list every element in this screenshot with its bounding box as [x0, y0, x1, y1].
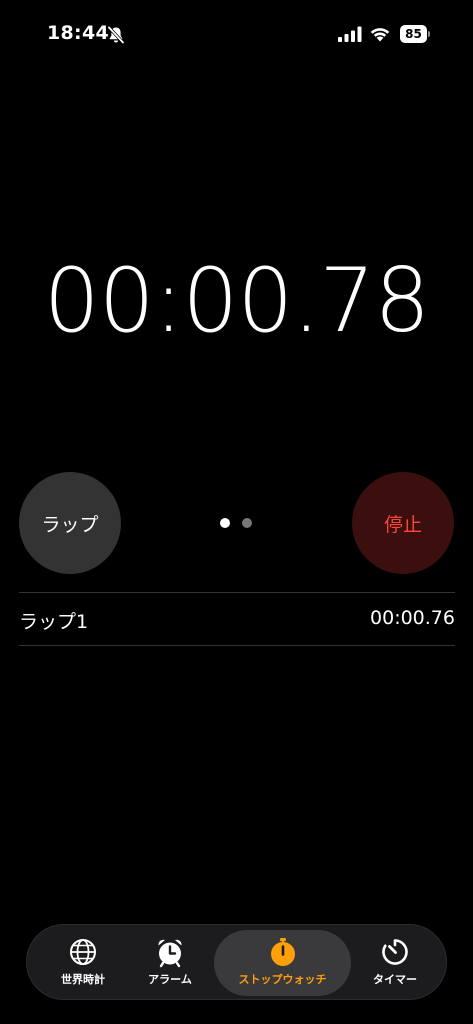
status-bar: 18:44 85	[0, 0, 473, 60]
stop-button-label: 停止	[383, 513, 422, 536]
lap-button-label: ラップ	[41, 513, 99, 536]
page-dot-inactive[interactable]	[242, 518, 252, 528]
lap-list: ラップ1 00:00.76	[19, 592, 455, 646]
page-dot-active[interactable]	[220, 518, 230, 528]
wifi-icon	[370, 28, 390, 42]
table-row: ラップ1 00:00.76	[19, 593, 455, 645]
tab-alarm[interactable]: アラーム	[120, 930, 220, 996]
globe-icon	[70, 939, 96, 965]
elapsed-time-display: 00:00.78	[43, 249, 431, 352]
battery-level: 85	[400, 25, 427, 43]
stopwatch-icon	[270, 938, 295, 966]
tab-stopwatch[interactable]: ストップウォッチ	[214, 930, 351, 996]
lap-label: ラップ1	[19, 611, 89, 633]
tab-timer[interactable]: タイマー	[345, 930, 445, 996]
tab-bar: 世界時計 アラーム ストップウォッチ タイマー	[26, 924, 447, 1000]
tab-world-clock[interactable]: 世界時計	[33, 930, 133, 996]
lap-button[interactable]: ラップ	[19, 472, 121, 574]
lap-time: 00:00.76	[370, 607, 455, 629]
tab-world-clock-label: 世界時計	[61, 973, 105, 986]
lap-separator-bottom	[19, 645, 455, 646]
cellular-signal-icon	[338, 26, 362, 42]
page-indicator[interactable]	[220, 518, 256, 528]
alarm-clock-icon	[158, 939, 182, 968]
status-time: 18:44	[47, 22, 109, 44]
tab-stopwatch-label: ストップウォッチ	[238, 973, 327, 986]
stop-button[interactable]: 停止	[352, 472, 454, 574]
battery-nub	[428, 31, 430, 37]
battery-indicator: 85	[400, 25, 430, 43]
timer-icon	[382, 939, 408, 965]
tab-timer-label: タイマー	[373, 973, 417, 986]
bell-slash-icon	[107, 25, 125, 45]
tab-alarm-label: アラーム	[148, 973, 192, 986]
